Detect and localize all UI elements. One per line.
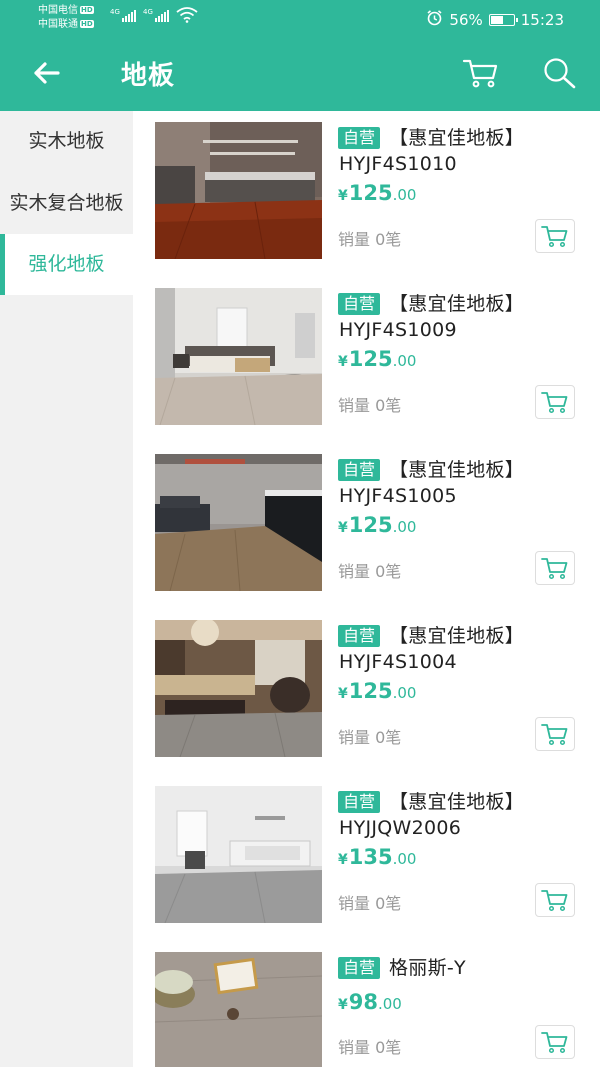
product-price: ¥125.00: [338, 181, 416, 205]
status-time: 15:23: [520, 10, 564, 29]
category-sidebar: 实木地板 实木复合地板 强化地板: [0, 111, 133, 1067]
cart-icon: [541, 392, 568, 414]
cart-icon: [541, 226, 568, 248]
product-item[interactable]: 自营 【惠宜佳地板】HYJF4S1005 ¥125.00 销量 0笔: [133, 454, 600, 620]
add-to-cart-button[interactable]: [535, 1025, 575, 1059]
currency-symbol: ¥: [338, 188, 348, 204]
product-image[interactable]: [155, 952, 322, 1067]
add-to-cart-button[interactable]: [535, 385, 575, 419]
back-button[interactable]: [28, 56, 64, 90]
currency-symbol: ¥: [338, 852, 348, 868]
signal-2-icon: 4G: [143, 8, 169, 22]
price-integer: 135: [348, 845, 393, 869]
battery-icon: [488, 13, 518, 26]
battery-percent: 56%: [449, 10, 483, 29]
product-image[interactable]: [155, 122, 322, 259]
price-integer: 125: [348, 181, 393, 205]
cart-icon: [462, 59, 498, 88]
header-cart-button[interactable]: [462, 56, 500, 90]
product-image[interactable]: [155, 786, 322, 923]
carrier-2-label: 中国联通: [38, 19, 78, 30]
alarm-icon: [426, 9, 443, 30]
product-image[interactable]: [155, 454, 322, 591]
cart-icon: [541, 890, 568, 912]
product-item[interactable]: 自营 【惠宜佳地板】HYJF4S1010 ¥125.00 销量 0笔: [133, 122, 600, 288]
product-name: 【惠宜佳地板】HYJJQW2006: [339, 791, 525, 839]
sales-count: 销量 0笔: [338, 728, 402, 747]
product-name: 【惠宜佳地板】HYJF4S1009: [339, 293, 525, 341]
product-item[interactable]: 自营 【惠宜佳地板】HYJF4S1004 ¥125.00 销量 0笔: [133, 620, 600, 786]
cart-icon: [541, 1032, 568, 1054]
hd-badge-1: HD: [80, 6, 94, 14]
product-name: 【惠宜佳地板】HYJF4S1004: [339, 625, 525, 673]
carrier-1: 中国电信 HD: [38, 4, 94, 17]
product-name: 【惠宜佳地板】HYJF4S1010: [339, 127, 525, 175]
status-right: 56% 15:23: [426, 9, 564, 30]
cart-icon: [541, 724, 568, 746]
category-item-laminate[interactable]: 强化地板: [0, 234, 133, 295]
search-icon: [544, 58, 576, 89]
carrier-2: 中国联通 HD: [38, 18, 94, 31]
product-item[interactable]: 自营 格丽斯-Y ¥98.00 销量 0笔: [133, 952, 600, 1067]
sales-count: 销量 0笔: [338, 1038, 402, 1057]
sales-count: 销量 0笔: [338, 562, 402, 581]
product-price: ¥125.00: [338, 513, 416, 537]
price-decimal: .00: [392, 352, 417, 370]
currency-symbol: ¥: [338, 520, 348, 536]
signal-1-icon: 4G: [110, 8, 136, 22]
category-label: 强化地板: [28, 253, 105, 275]
price-integer: 125: [348, 513, 393, 537]
product-name: 格丽斯-Y: [389, 957, 466, 979]
add-to-cart-button[interactable]: [535, 219, 575, 253]
product-price: ¥135.00: [338, 845, 416, 869]
price-decimal: .00: [392, 186, 417, 204]
price-decimal: .00: [392, 850, 417, 868]
sales-count: 销量 0笔: [338, 230, 402, 249]
product-price: ¥125.00: [338, 347, 416, 371]
product-image[interactable]: [155, 620, 322, 757]
add-to-cart-button[interactable]: [535, 717, 575, 751]
carrier-1-label: 中国电信: [38, 5, 78, 16]
price-integer: 125: [348, 679, 393, 703]
status-bar: 中国电信 HD 中国联通 HD 4G 4G 56% 15:23: [0, 0, 600, 36]
arrow-left-icon: [34, 62, 60, 84]
header-search-button[interactable]: [541, 56, 577, 90]
category-label: 实木地板: [28, 130, 105, 152]
price-integer: 98: [348, 990, 378, 1014]
sales-count: 销量 0笔: [338, 894, 402, 913]
product-item[interactable]: 自营 【惠宜佳地板】HYJJQW2006 ¥135.00 销量 0笔: [133, 786, 600, 952]
product-image[interactable]: [155, 288, 322, 425]
currency-symbol: ¥: [338, 686, 348, 702]
wifi-icon: [176, 7, 198, 26]
network-type-1: 4G: [110, 8, 120, 16]
add-to-cart-button[interactable]: [535, 551, 575, 585]
hd-badge-2: HD: [80, 20, 94, 28]
product-name: 【惠宜佳地板】HYJF4S1005: [339, 459, 525, 507]
category-label: 实木复合地板: [9, 191, 124, 214]
currency-symbol: ¥: [338, 354, 348, 370]
add-to-cart-button[interactable]: [535, 883, 575, 917]
network-type-2: 4G: [143, 8, 153, 16]
cart-icon: [541, 558, 568, 580]
price-decimal: .00: [377, 995, 402, 1013]
category-item-solid-wood[interactable]: 实木地板: [0, 111, 133, 172]
price-decimal: .00: [392, 684, 417, 702]
product-price: ¥125.00: [338, 679, 416, 703]
currency-symbol: ¥: [338, 997, 348, 1013]
price-decimal: .00: [392, 518, 417, 536]
sales-count: 销量 0笔: [338, 396, 402, 415]
price-integer: 125: [348, 347, 393, 371]
category-item-engineered-wood[interactable]: 实木复合地板: [0, 172, 133, 234]
product-item[interactable]: 自营 【惠宜佳地板】HYJF4S1009 ¥125.00 销量 0笔: [133, 288, 600, 454]
product-price: ¥98.00: [338, 990, 402, 1014]
app-header: 中国电信 HD 中国联通 HD 4G 4G 56% 15:23 地板: [0, 0, 600, 111]
page-title: 地板: [121, 61, 176, 91]
